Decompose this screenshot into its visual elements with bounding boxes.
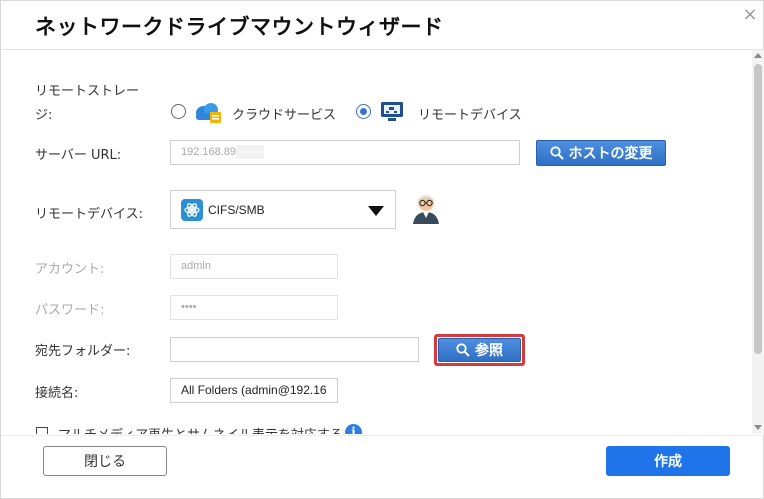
info-icon[interactable]: i <box>345 424 362 434</box>
multimedia-checkbox[interactable] <box>36 427 48 434</box>
account-input[interactable]: admin <box>170 254 338 279</box>
remote-storage-label-line2: ジ: <box>35 108 53 123</box>
password-input[interactable]: •••• <box>170 295 338 320</box>
scroll-up-icon[interactable] <box>754 53 762 58</box>
search-icon <box>549 146 564 160</box>
close-button[interactable]: 閉じる <box>43 446 167 476</box>
remote-storage-label-line1: リモートストレー <box>35 84 140 99</box>
remote-device-label[interactable]: リモートデバイス <box>418 104 522 123</box>
cloud-service-icon <box>193 100 223 124</box>
browse-label: 参照 <box>475 343 503 359</box>
connection-name-label: 接続名: <box>35 386 79 401</box>
close-icon[interactable]: × <box>741 6 759 24</box>
scanner-assistant-icon[interactable] <box>409 191 443 225</box>
multimedia-label[interactable]: マルチメディア再生とサムネイル表示を対応する <box>58 424 343 434</box>
search-icon <box>456 343 470 357</box>
remote-device-select[interactable]: CIFS/SMB <box>170 190 396 229</box>
scroll-down-icon[interactable] <box>754 425 762 430</box>
destination-folder-label: 宛先フォルダー: <box>35 344 131 359</box>
radio-remote-device[interactable] <box>356 104 371 119</box>
browse-button[interactable]: 参照 <box>438 338 521 362</box>
server-url-label: サーバー URL: <box>35 148 122 163</box>
account-label: アカウント: <box>35 262 105 277</box>
scroll-thumb[interactable] <box>754 64 762 354</box>
remote-device-selected: CIFS/SMB <box>208 203 265 217</box>
cloud-service-label[interactable]: クラウドサービス <box>232 104 336 123</box>
change-host-button[interactable]: ホストの変更 <box>536 140 666 166</box>
dialog-title: ネットワークドライブマウントウィザード <box>35 15 444 39</box>
server-url-value: 192.168.89 <box>181 146 237 158</box>
change-host-label: ホストの変更 <box>568 146 653 162</box>
server-url-input[interactable]: 192.168.89 <box>170 140 520 165</box>
cifs-smb-icon <box>181 199 203 221</box>
destination-folder-input[interactable] <box>170 337 419 362</box>
footer-divider <box>1 435 764 436</box>
mount-wizard-dialog: ネットワークドライブマウントウィザード × リモートストレー ジ: クラウドサー… <box>0 0 764 499</box>
remote-device-select-label: リモートデバイス: <box>35 207 143 222</box>
radio-cloud-service[interactable] <box>171 104 186 119</box>
create-button[interactable]: 作成 <box>606 446 730 476</box>
connection-name-input[interactable]: All Folders (admin@192.16 <box>170 378 338 403</box>
form-scrollbar[interactable] <box>752 50 764 434</box>
form-scroll-area: リモートストレー ジ: クラウドサービス リモートデバイス サーバー URL: … <box>1 50 751 434</box>
remote-device-icon <box>380 101 406 123</box>
chevron-down-icon <box>368 206 384 216</box>
password-label: パスワード: <box>35 303 105 318</box>
redaction-mask <box>236 145 265 160</box>
